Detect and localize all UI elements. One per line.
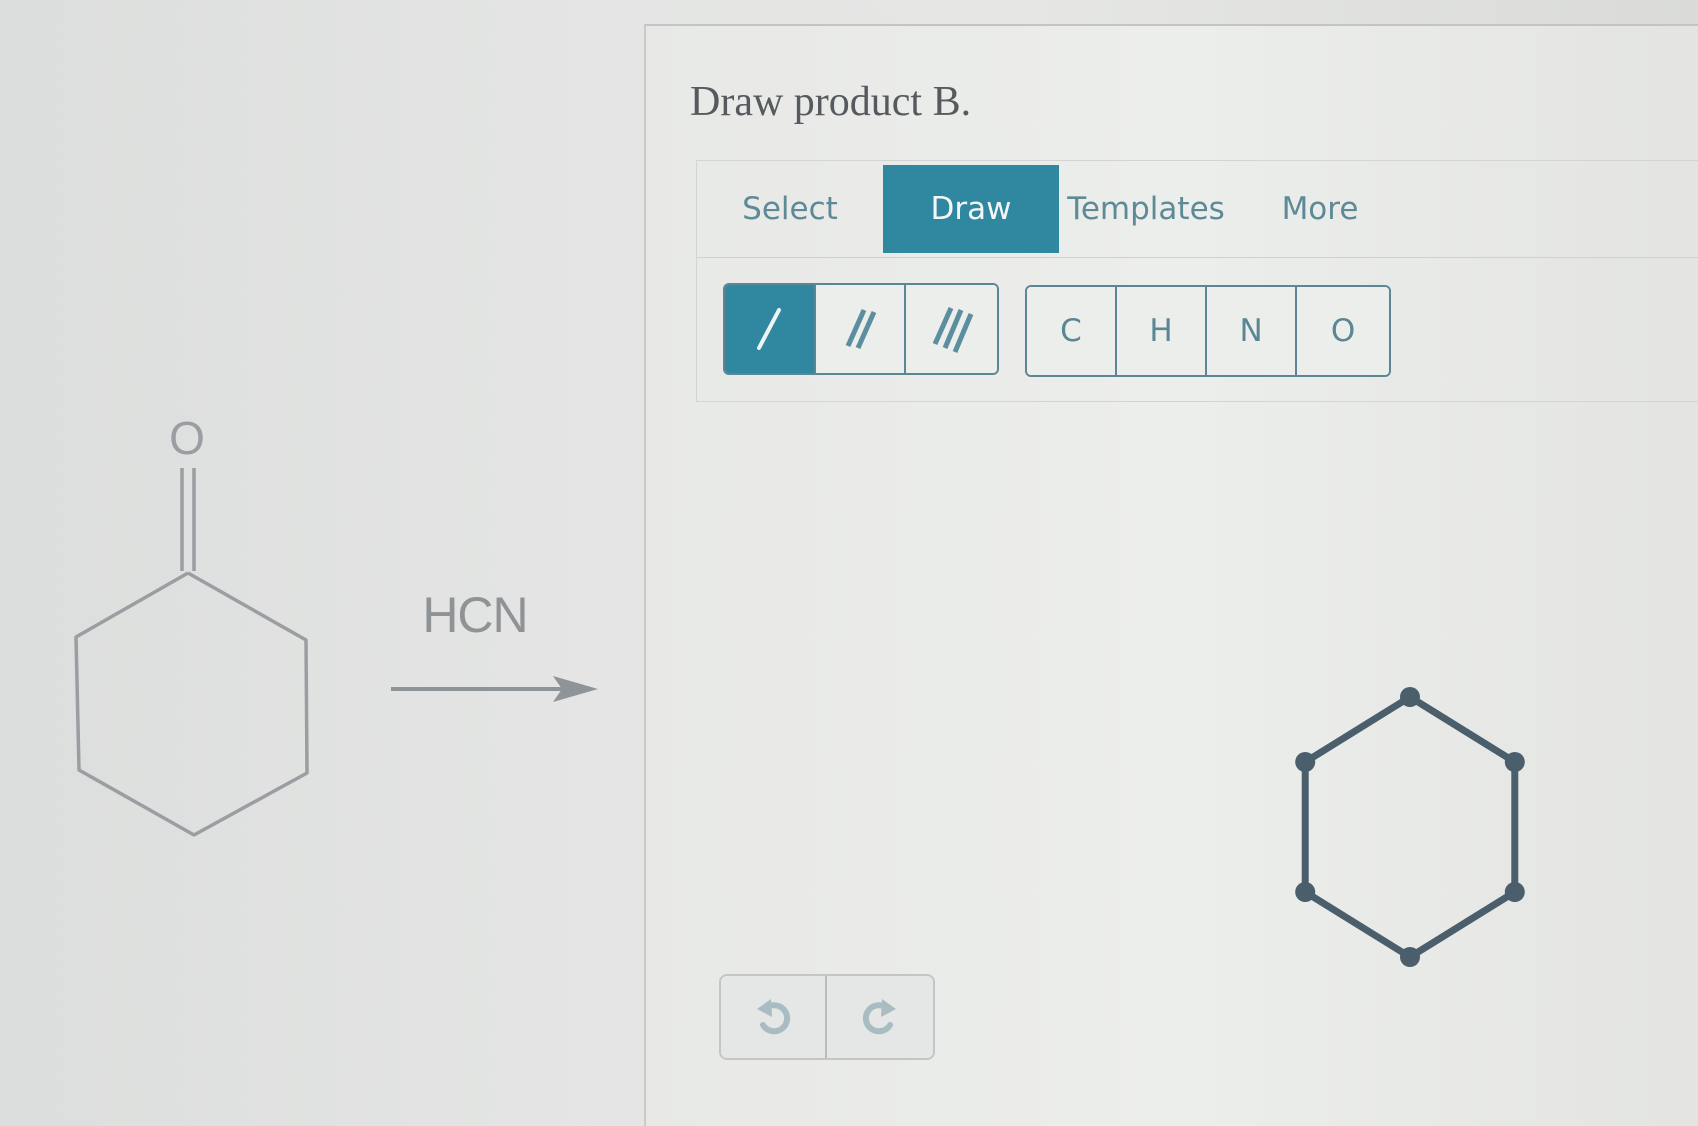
draw-panel: Draw product B. Select Draw Templates Mo… — [644, 24, 1698, 1126]
double-bond-button[interactable] — [815, 285, 907, 373]
double-bond-icon — [845, 308, 877, 350]
reaction-arrow — [391, 676, 598, 702]
reactant-oxygen-label: O — [169, 412, 205, 464]
question-title: Draw product B. — [690, 79, 972, 125]
toolbar-tabs: Select Draw Templates More — [697, 161, 1698, 258]
atom-o-button[interactable]: O — [1297, 287, 1389, 375]
reagent-label: HCN — [422, 587, 528, 643]
reactant-structure: O — [74, 412, 598, 837]
bond-tool-group — [723, 283, 999, 375]
redo-icon — [862, 999, 896, 1035]
draw-tools: C H N O — [697, 257, 1698, 403]
atom-tool-group: C H N O — [1025, 285, 1391, 377]
triple-bond-button[interactable] — [906, 285, 997, 373]
atom-n-button[interactable]: N — [1207, 287, 1298, 375]
tab-select[interactable]: Select — [703, 165, 877, 253]
triple-bond-icon — [932, 306, 973, 353]
single-bond-icon — [757, 308, 782, 350]
history-controls — [719, 974, 935, 1060]
undo-button[interactable] — [721, 976, 827, 1058]
tab-draw[interactable]: Draw — [883, 165, 1059, 253]
undo-icon — [757, 999, 791, 1035]
editor-toolbar: Select Draw Templates More C H N O — [696, 160, 1698, 402]
redo-button[interactable] — [827, 976, 933, 1058]
reaction-scheme: O HCN — [0, 0, 644, 1080]
atom-h-button[interactable]: H — [1117, 287, 1208, 375]
single-bond-button[interactable] — [725, 285, 816, 373]
reactant-ring — [74, 571, 309, 837]
tab-more[interactable]: More — [1241, 165, 1399, 253]
tab-templates[interactable]: Templates — [1059, 165, 1233, 253]
atom-c-button[interactable]: C — [1027, 287, 1118, 375]
